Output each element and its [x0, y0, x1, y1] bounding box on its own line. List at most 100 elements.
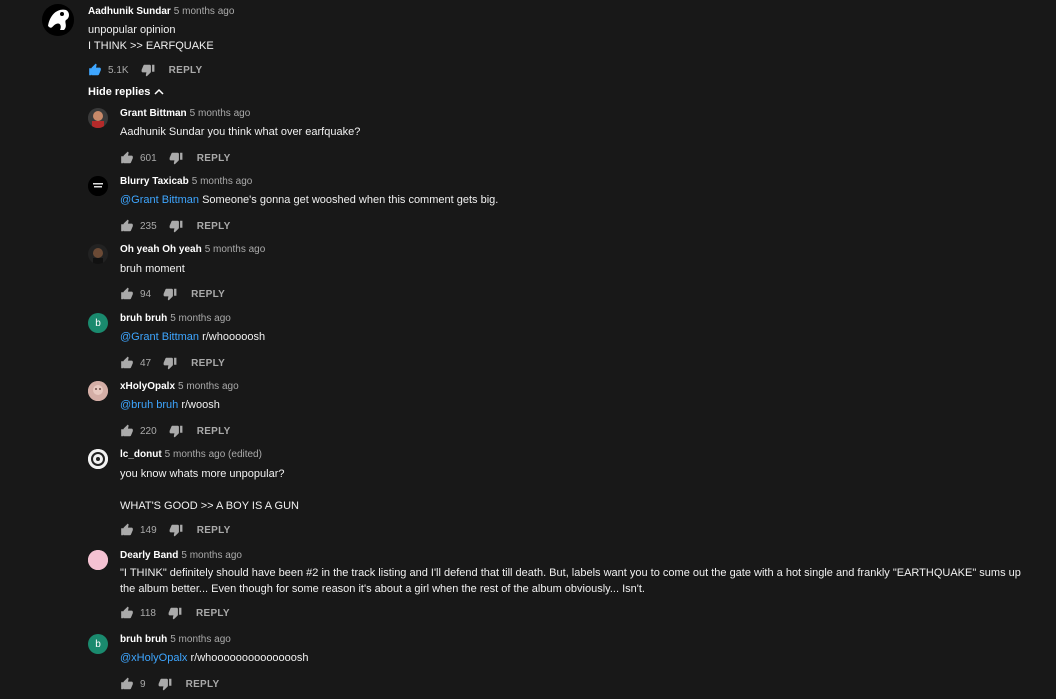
- reply-button[interactable]: REPLY: [186, 679, 220, 690]
- like-button[interactable]: [120, 606, 134, 620]
- thumbs-up-icon: [121, 606, 133, 619]
- avatar[interactable]: [88, 244, 108, 264]
- avatar[interactable]: [42, 4, 74, 36]
- avatar[interactable]: [88, 176, 108, 196]
- reply-button[interactable]: REPLY: [197, 426, 231, 437]
- hide-replies-toggle[interactable]: Hide replies: [88, 84, 164, 100]
- thumbs-down-icon: [141, 64, 154, 77]
- comment-text-line: you know whats more unpopular?: [120, 468, 285, 480]
- reply-comment: b bruh bruh 5 months ago @xHolyOpalx r/wh…: [88, 634, 1038, 694]
- hide-replies-label: Hide replies: [88, 86, 151, 98]
- timestamp[interactable]: 5 months ago: [170, 313, 231, 324]
- reply-button[interactable]: REPLY: [191, 289, 225, 300]
- avatar-letter: b: [95, 317, 101, 329]
- timestamp[interactable]: 5 months ago: [181, 550, 242, 561]
- top-comment: Aadhunik Sundar 5 months ago unpopular op…: [88, 4, 1028, 80]
- timestamp[interactable]: 5 months ago: [170, 634, 231, 645]
- author-name[interactable]: Grant Bittman: [120, 108, 187, 119]
- comment-text-line: WHAT'S GOOD >> A BOY IS A GUN: [120, 500, 299, 512]
- timestamp[interactable]: 5 months ago: [178, 381, 239, 392]
- thumbs-up-icon: [121, 219, 133, 232]
- avatar-image-icon: [88, 381, 108, 401]
- author-name[interactable]: Blurry Taxicab: [120, 176, 189, 187]
- dislike-button[interactable]: [169, 151, 183, 165]
- comment-text: @Grant Bittman Someone's gonna get woosh…: [120, 192, 1035, 208]
- avatar[interactable]: [88, 550, 108, 570]
- like-button[interactable]: [120, 424, 134, 438]
- reply-comment: b bruh bruh 5 months ago @Grant Bittman r…: [88, 313, 1038, 373]
- thumbs-down-icon: [169, 425, 183, 438]
- like-button[interactable]: [120, 219, 134, 233]
- author-name[interactable]: bruh bruh: [120, 313, 167, 324]
- thumbs-up-icon: [121, 424, 133, 437]
- reply-comment: xHolyOpalx 5 months ago @bruh bruh r/woos…: [88, 381, 1038, 441]
- reply-button[interactable]: REPLY: [191, 358, 225, 369]
- comment-text: @bruh bruh r/woosh: [120, 397, 1035, 413]
- like-button[interactable]: [120, 677, 134, 691]
- comment-text: @Grant Bittman r/whooooosh: [120, 329, 1035, 345]
- comment-text-body: r/whooooosh: [199, 331, 266, 343]
- dislike-button[interactable]: [163, 356, 177, 370]
- comment-actions: 47 REPLY: [120, 353, 1035, 373]
- avatar[interactable]: [88, 108, 108, 128]
- thumbs-down-icon: [163, 357, 177, 370]
- reply-comment: Oh yeah Oh yeah 5 months ago bruh moment …: [88, 244, 1038, 304]
- comment-text-body: r/whoooooooooooooosh: [187, 652, 309, 664]
- reply-button[interactable]: REPLY: [196, 608, 230, 619]
- avatar-image-icon: [88, 176, 108, 196]
- author-name[interactable]: Aadhunik Sundar: [88, 6, 171, 17]
- avatar-image-icon: [88, 244, 108, 264]
- mention-link[interactable]: @Grant Bittman: [120, 331, 199, 343]
- author-name[interactable]: Oh yeah Oh yeah: [120, 244, 202, 255]
- mention-link[interactable]: @Grant Bittman: [120, 194, 199, 206]
- avatar-letter: b: [95, 638, 101, 650]
- reply-button[interactable]: REPLY: [197, 525, 231, 536]
- author-name[interactable]: xHolyOpalx: [120, 381, 175, 392]
- mention-link[interactable]: @xHolyOpalx: [120, 652, 187, 664]
- timestamp[interactable]: 5 months ago: [190, 108, 251, 119]
- avatar-image-icon: [88, 550, 108, 570]
- author-name[interactable]: bruh bruh: [120, 634, 167, 645]
- timestamp[interactable]: 5 months ago: [205, 244, 266, 255]
- dislike-button[interactable]: [169, 424, 183, 438]
- timestamp[interactable]: 5 months ago: [192, 176, 253, 187]
- avatar[interactable]: b: [88, 313, 108, 333]
- dislike-button[interactable]: [158, 677, 172, 691]
- dislike-button[interactable]: [163, 287, 177, 301]
- reply-comment: Dearly Band 5 months ago "I THINK" defini…: [88, 550, 1038, 630]
- like-button[interactable]: [88, 63, 102, 77]
- avatar-image-icon: [42, 4, 74, 36]
- comment-header: bruh bruh 5 months ago: [120, 311, 1035, 325]
- author-name[interactable]: Dearly Band: [120, 550, 178, 561]
- thumbs-down-icon: [169, 152, 183, 165]
- thumbs-down-icon: [158, 678, 171, 691]
- dislike-button[interactable]: [168, 606, 182, 620]
- reply-button[interactable]: REPLY: [169, 65, 203, 76]
- dislike-button[interactable]: [169, 523, 183, 537]
- timestamp[interactable]: 5 months ago (edited): [165, 449, 262, 460]
- avatar[interactable]: [88, 381, 108, 401]
- timestamp[interactable]: 5 months ago: [174, 6, 235, 17]
- comment-text: Aadhunik Sundar you think what over earf…: [120, 126, 361, 138]
- dislike-button[interactable]: [169, 219, 183, 233]
- avatar[interactable]: b: [88, 634, 108, 654]
- like-button[interactable]: [120, 287, 134, 301]
- author-name[interactable]: lc_donut: [120, 449, 162, 460]
- like-button[interactable]: [120, 151, 134, 165]
- reply-button[interactable]: REPLY: [197, 153, 231, 164]
- dislike-button[interactable]: [141, 63, 155, 77]
- avatar[interactable]: [88, 449, 108, 469]
- like-button[interactable]: [120, 523, 134, 537]
- like-button[interactable]: [120, 356, 134, 370]
- like-count: 118: [140, 607, 156, 619]
- mention-link[interactable]: @bruh bruh: [120, 399, 178, 411]
- comment-actions: 601 REPLY: [120, 148, 1035, 168]
- thumbs-up-icon: [121, 287, 133, 300]
- like-count: 94: [140, 288, 152, 300]
- thumbs-up-icon: [121, 523, 133, 536]
- reply-comment: lc_donut 5 months ago (edited) you know w…: [88, 449, 1038, 543]
- reply-button[interactable]: REPLY: [197, 221, 231, 232]
- like-count: 5.1K: [108, 64, 129, 76]
- comment-text: "I THINK" definitely should have been #2…: [120, 567, 1021, 595]
- comment-header: xHolyOpalx 5 months ago: [120, 379, 1035, 393]
